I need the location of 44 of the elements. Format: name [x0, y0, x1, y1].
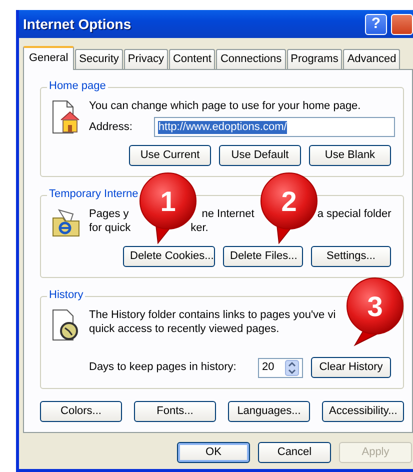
description-text: for quick	[89, 222, 131, 235]
tab[interactable]: Connections	[216, 49, 286, 70]
description-text: quick access to recently viewed pages.	[89, 322, 280, 336]
days-spinner[interactable]: 20	[258, 358, 303, 378]
description-text: You can change which page to use for your home page.	[89, 100, 362, 114]
use-page-button[interactable]: Use Current	[129, 145, 211, 166]
help-button[interactable]: ?	[365, 14, 387, 34]
clear-history-button[interactable]: Clear History	[311, 357, 391, 378]
dialog-button[interactable]: Cancel	[258, 442, 331, 464]
tab[interactable]: Content	[168, 49, 216, 70]
description-text: Pages y	[89, 208, 129, 222]
settings-button[interactable]: Colors...	[40, 401, 122, 422]
settings-button[interactable]: Languages...	[228, 401, 310, 422]
group-title: Home page	[47, 80, 108, 94]
spin-arrows-icon[interactable]	[285, 360, 299, 376]
tab[interactable]: General	[23, 46, 74, 70]
number-callout: 3	[346, 278, 404, 346]
tab[interactable]: Privacy	[124, 49, 168, 70]
delete-cookies-button[interactable]: Delete Cookies...	[123, 246, 215, 268]
use-page-button[interactable]: Use Default	[219, 145, 301, 166]
clock-page-icon	[51, 309, 81, 342]
settings-button[interactable]: Settings...	[311, 246, 391, 268]
settings-button[interactable]: Fonts...	[134, 401, 216, 422]
house-page-icon	[51, 100, 81, 134]
dialog-button[interactable]: OK	[177, 442, 250, 464]
group-title: History	[47, 289, 86, 303]
settings-button[interactable]: Accessibility...	[322, 401, 404, 422]
address-field[interactable]: http://www.edoptions.com/	[154, 117, 395, 138]
number-callout: 2	[260, 172, 318, 244]
tab[interactable]: Advanced	[343, 49, 400, 70]
window-title: Internet Options	[23, 16, 132, 32]
description-text: ker.	[190, 222, 208, 235]
use-page-button[interactable]: Use Blank	[309, 145, 391, 166]
days-label: Days to keep pages in history:	[89, 361, 236, 374]
tab[interactable]: Security	[75, 49, 123, 70]
description-text: a special folder	[317, 208, 392, 222]
description-text: ne Internet	[202, 208, 254, 222]
folder-icon	[51, 208, 81, 238]
tab[interactable]: Programs	[286, 49, 342, 70]
delete-files-button[interactable]: Delete Files...	[223, 246, 303, 268]
close-button[interactable]	[391, 14, 413, 34]
group-title: Temporary Interne	[47, 188, 140, 202]
address-label: Address:	[89, 120, 132, 134]
description-text: The History folder contains links to pages you've vi	[89, 309, 337, 323]
